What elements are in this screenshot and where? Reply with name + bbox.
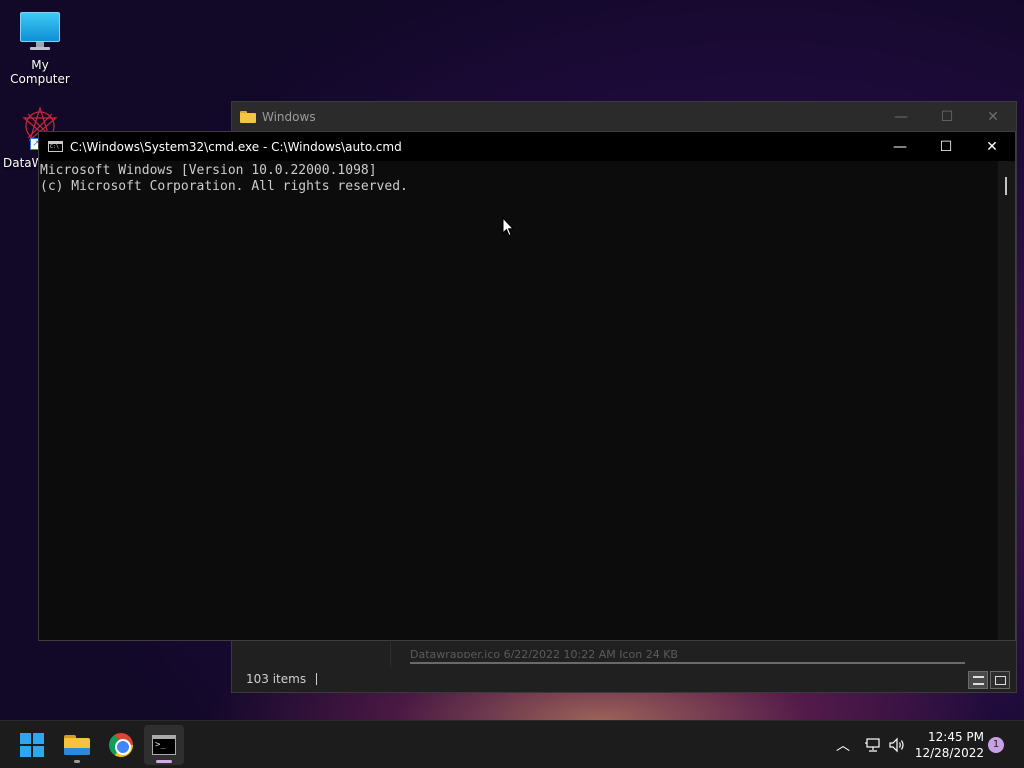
- details-view-button[interactable]: [968, 671, 988, 689]
- network-button[interactable]: [864, 721, 882, 768]
- maximize-icon: ☐: [940, 109, 954, 125]
- details-view-icon: [972, 675, 984, 685]
- speaker-icon: [889, 737, 904, 753]
- vertical-scrollbar[interactable]: [998, 161, 1015, 640]
- item-count: 103 items: [246, 672, 307, 686]
- file-explorer-icon: [64, 735, 90, 755]
- show-hidden-icons-button[interactable]: ︿: [836, 721, 850, 768]
- maximize-button[interactable]: ☐: [923, 132, 969, 161]
- taskbar-command-prompt[interactable]: [144, 725, 184, 765]
- explorer-title: Windows: [262, 110, 316, 124]
- taskbar-file-explorer[interactable]: [57, 725, 97, 765]
- close-icon: ✕: [986, 138, 998, 155]
- active-indicator: [156, 760, 172, 763]
- maximize-button[interactable]: ☐: [924, 102, 970, 132]
- folder-icon: [240, 111, 256, 123]
- status-bar: 103 items: [232, 666, 1016, 692]
- mouse-pointer-icon: [502, 217, 514, 237]
- file-list-area[interactable]: Datawrapper.ico 6/22/2022 10:22 AM Icon …: [232, 642, 1016, 667]
- clock-date: 12/28/2022: [914, 746, 984, 760]
- close-icon: ✕: [987, 109, 999, 125]
- minimize-button[interactable]: —: [877, 132, 923, 161]
- console-line: Microsoft Windows [Version 10.0.22000.10…: [40, 163, 377, 178]
- cmd-title: C:\Windows\System32\cmd.exe - C:\Windows…: [70, 139, 402, 154]
- maximize-icon: ☐: [939, 138, 953, 155]
- status-divider: [316, 673, 318, 685]
- close-button[interactable]: ✕: [970, 102, 1016, 132]
- monitor-icon: [18, 10, 62, 54]
- windows-logo-icon: [20, 733, 44, 757]
- terminal-icon: [152, 735, 176, 755]
- chevron-up-icon: ︿: [836, 738, 850, 754]
- tiles-view-button[interactable]: [990, 671, 1010, 689]
- file-row[interactable]: Datawrapper.ico 6/22/2022 10:22 AM Icon …: [410, 648, 1010, 658]
- scrollbar-thumb[interactable]: [1005, 177, 1007, 195]
- start-button[interactable]: [12, 725, 52, 765]
- nav-pane-divider[interactable]: [390, 642, 391, 667]
- horizontal-scrollbar[interactable]: [410, 662, 965, 664]
- taskbar-chrome[interactable]: [101, 725, 141, 765]
- minimize-icon: —: [893, 138, 907, 155]
- tiles-view-icon: [994, 675, 1006, 685]
- console-line: (c) Microsoft Corporation. All rights re…: [40, 179, 408, 194]
- network-icon: [865, 738, 880, 752]
- cmd-titlebar[interactable]: C:\Windows\System32\cmd.exe - C:\Windows…: [39, 132, 1015, 161]
- close-button[interactable]: ✕: [969, 132, 1015, 161]
- minimize-icon: —: [894, 109, 908, 125]
- explorer-titlebar[interactable]: Windows — ☐ ✕: [232, 102, 1016, 132]
- clock-time: 12:45 PM: [928, 730, 984, 744]
- volume-button[interactable]: [888, 721, 906, 768]
- console-output[interactable]: Microsoft Windows [Version 10.0.22000.10…: [39, 161, 999, 640]
- taskbar: ︿ 12:45 PM 12/28/2022: [0, 720, 1024, 768]
- running-indicator: [74, 760, 80, 763]
- notification-badge[interactable]: 1: [988, 737, 1004, 753]
- desktop-icon-label: My Computer: [10, 58, 70, 86]
- minimize-button[interactable]: —: [878, 102, 924, 132]
- cmd-icon: [48, 141, 63, 152]
- clock[interactable]: 12:45 PM 12/28/2022: [912, 729, 984, 761]
- cmd-window[interactable]: C:\Windows\System32\cmd.exe - C:\Windows…: [38, 131, 1016, 641]
- chrome-icon: [109, 733, 133, 757]
- desktop-icon-my-computer[interactable]: My Computer: [0, 10, 80, 86]
